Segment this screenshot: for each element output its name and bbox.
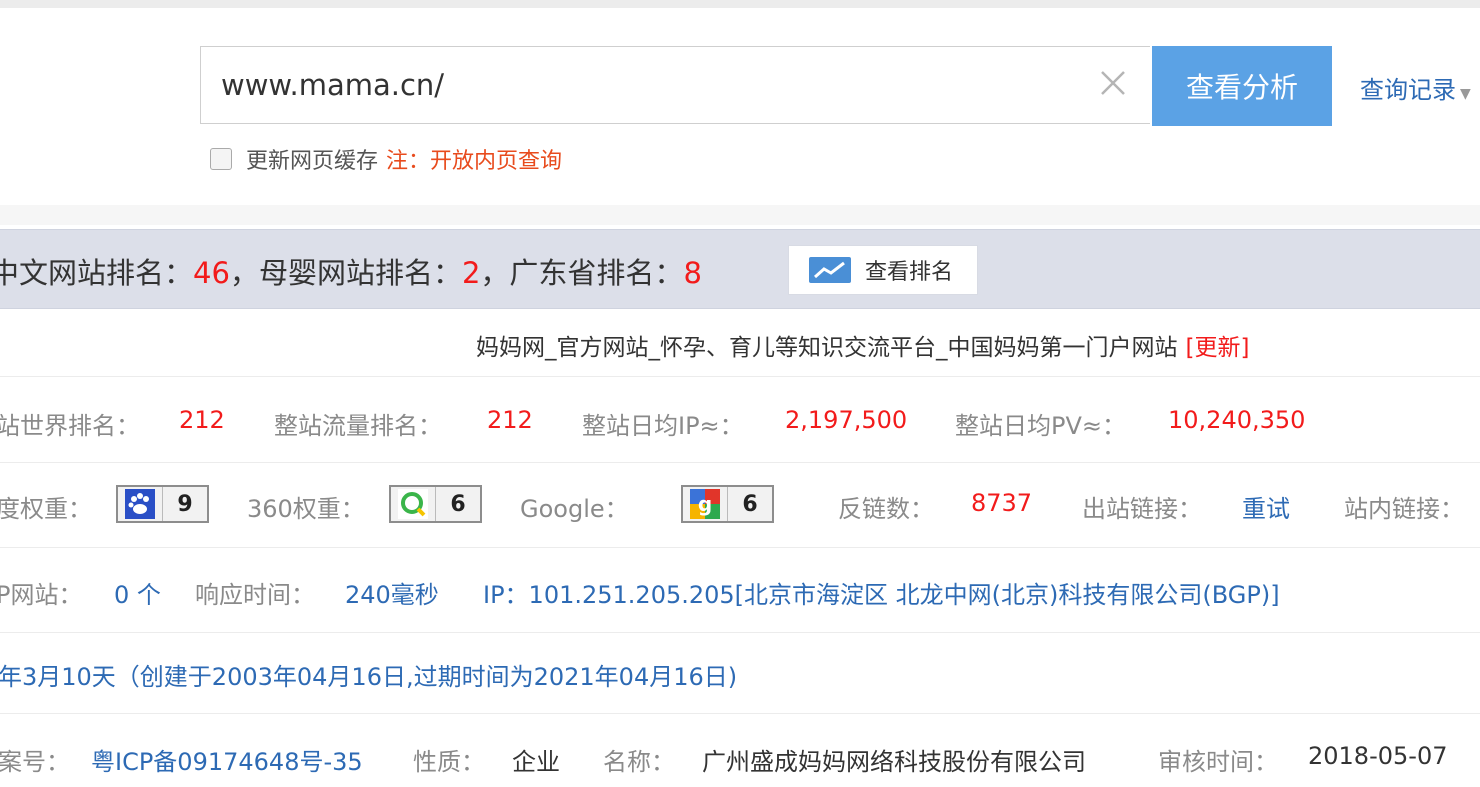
w360-weight-label: 360权重：: [247, 495, 365, 523]
baby-rank-value: 2: [461, 256, 481, 290]
refresh-cache-checkbox[interactable]: [210, 148, 232, 170]
view-rank-label: 查看排名: [865, 260, 954, 285]
outbound-links-label: 出站链接：: [1082, 495, 1202, 523]
baidu-weight-label: 度权重：: [0, 495, 92, 523]
query-history-label: 查询记录: [1360, 76, 1456, 104]
outbound-retry-link[interactable]: 重试: [1242, 489, 1290, 524]
icp-row: 案号： 粤ICP备09174648号-35 性质： 企业 名称： 广州盛成妈妈网…: [0, 714, 1480, 787]
weights-row: 度权重： 9 360权重： 6 Google： g 6 反链数： 8737 出站…: [0, 463, 1480, 548]
gd-rank-value: 8: [683, 256, 702, 290]
rank-summary: 中文网站排名：46，母婴网站排名：2，广东省排名：8: [0, 250, 702, 292]
analyze-button[interactable]: 查看分析: [1152, 46, 1332, 126]
company-name-value: 广州盛成妈妈网络科技股份有限公司: [702, 748, 1086, 776]
google-pr-badge[interactable]: g 6: [681, 485, 774, 523]
search-bar: 查看分析: [200, 46, 1332, 128]
google-logo-icon: g: [683, 487, 728, 521]
svg-text:g: g: [698, 492, 712, 516]
caret-down-icon: ▼: [1460, 86, 1471, 102]
rank-bar: 中文网站排名：46，母婴网站排名：2，广东省排名：8 查看排名: [0, 229, 1480, 309]
traffic-stats-row: 站世界排名： 212 整站流量排名： 212 整站日均IP≈： 2,197,50…: [0, 378, 1480, 463]
baidu-paw-icon: [118, 487, 163, 521]
section-divider: [0, 205, 1480, 225]
url-search-input[interactable]: [200, 46, 1150, 124]
world-rank-label: 站世界排名：: [0, 412, 140, 440]
world-rank-value: 212: [179, 406, 225, 434]
response-time-label: 响应时间：: [195, 581, 315, 609]
w360-weight-value: 6: [450, 491, 466, 517]
backlinks-label: 反链数：: [838, 495, 934, 523]
nature-value: 企业: [512, 748, 560, 776]
traffic-rank-label: 整站流量排名：: [274, 412, 442, 440]
google-label: Google：: [520, 495, 629, 523]
w360-weight-badge[interactable]: 6: [389, 485, 482, 523]
same-ip-sites-label: P网站：: [0, 581, 83, 609]
update-title-link[interactable]: [更新]: [1186, 335, 1250, 361]
inner-page-note: 注：开放内页查询: [386, 149, 563, 174]
backlinks-value: 8737: [971, 489, 1033, 517]
company-name-label: 名称：: [603, 748, 675, 776]
site-title: 妈妈网_官方网站_怀孕、育儿等知识交流平台_中国妈妈第一门户网站 [更新]: [476, 328, 1249, 362]
daily-ip-value: 2,197,500: [785, 406, 908, 434]
site-title-row: 妈妈网_官方网站_怀孕、育儿等知识交流平台_中国妈妈第一门户网站 [更新]: [0, 312, 1480, 377]
same-ip-sites-value[interactable]: 0 个: [114, 575, 161, 610]
cache-label: 更新网页缓存: [246, 149, 379, 174]
response-time-value: 240毫秒: [345, 581, 439, 609]
traffic-rank-value: 212: [487, 406, 533, 434]
query-history-link[interactable]: 查询记录 ▼: [1360, 70, 1471, 105]
baidu-weight-value: 9: [177, 491, 193, 517]
top-strip: [0, 0, 1480, 8]
icp-number-label: 案号：: [0, 748, 70, 776]
audit-time-label: 审核时间：: [1158, 748, 1278, 776]
google-pr-value: 6: [742, 491, 758, 517]
domain-age-text[interactable]: 年3月10天（创建于2003年04月16日,过期时间为2021年04月16日): [0, 657, 737, 692]
baby-rank-label: 母婴网站排名：: [258, 256, 462, 290]
daily-pv-label: 整站日均PV≈：: [955, 412, 1126, 440]
trend-chart-icon: [809, 257, 851, 283]
rank-separator: ，: [480, 256, 510, 290]
ip-location-link[interactable]: IP：101.251.205.205[北京市海淀区 北龙中网(北京)科技有限公司…: [483, 575, 1280, 610]
server-info-row: P网站： 0 个 响应时间： 240毫秒 IP：101.251.205.205[…: [0, 548, 1480, 633]
baidu-weight-badge[interactable]: 9: [116, 485, 209, 523]
icp-number-link[interactable]: 粤ICP备09174648号-35: [91, 742, 363, 777]
gd-rank-label: 广东省排名：: [509, 256, 684, 290]
nature-label: 性质：: [413, 748, 485, 776]
daily-ip-label: 整站日均IP≈：: [582, 412, 744, 440]
audit-time-value: 2018-05-07: [1308, 742, 1448, 770]
daily-pv-value: 10,240,350: [1168, 406, 1306, 434]
rank-separator: ，: [229, 256, 259, 290]
internal-links-label: 站内链接：: [1344, 495, 1464, 523]
clear-icon[interactable]: [1096, 66, 1130, 100]
cn-rank-value: 46: [193, 256, 230, 290]
360-logo-icon: [391, 487, 436, 521]
view-rank-button[interactable]: 查看排名: [788, 245, 978, 295]
cache-option: 更新网页缓存 注：开放内页查询: [210, 143, 562, 175]
cn-rank-label: 中文网站排名：: [0, 256, 194, 290]
domain-age-row: 年3月10天（创建于2003年04月16日,过期时间为2021年04月16日): [0, 633, 1480, 714]
site-title-text: 妈妈网_官方网站_怀孕、育儿等知识交流平台_中国妈妈第一门户网站: [476, 335, 1178, 361]
